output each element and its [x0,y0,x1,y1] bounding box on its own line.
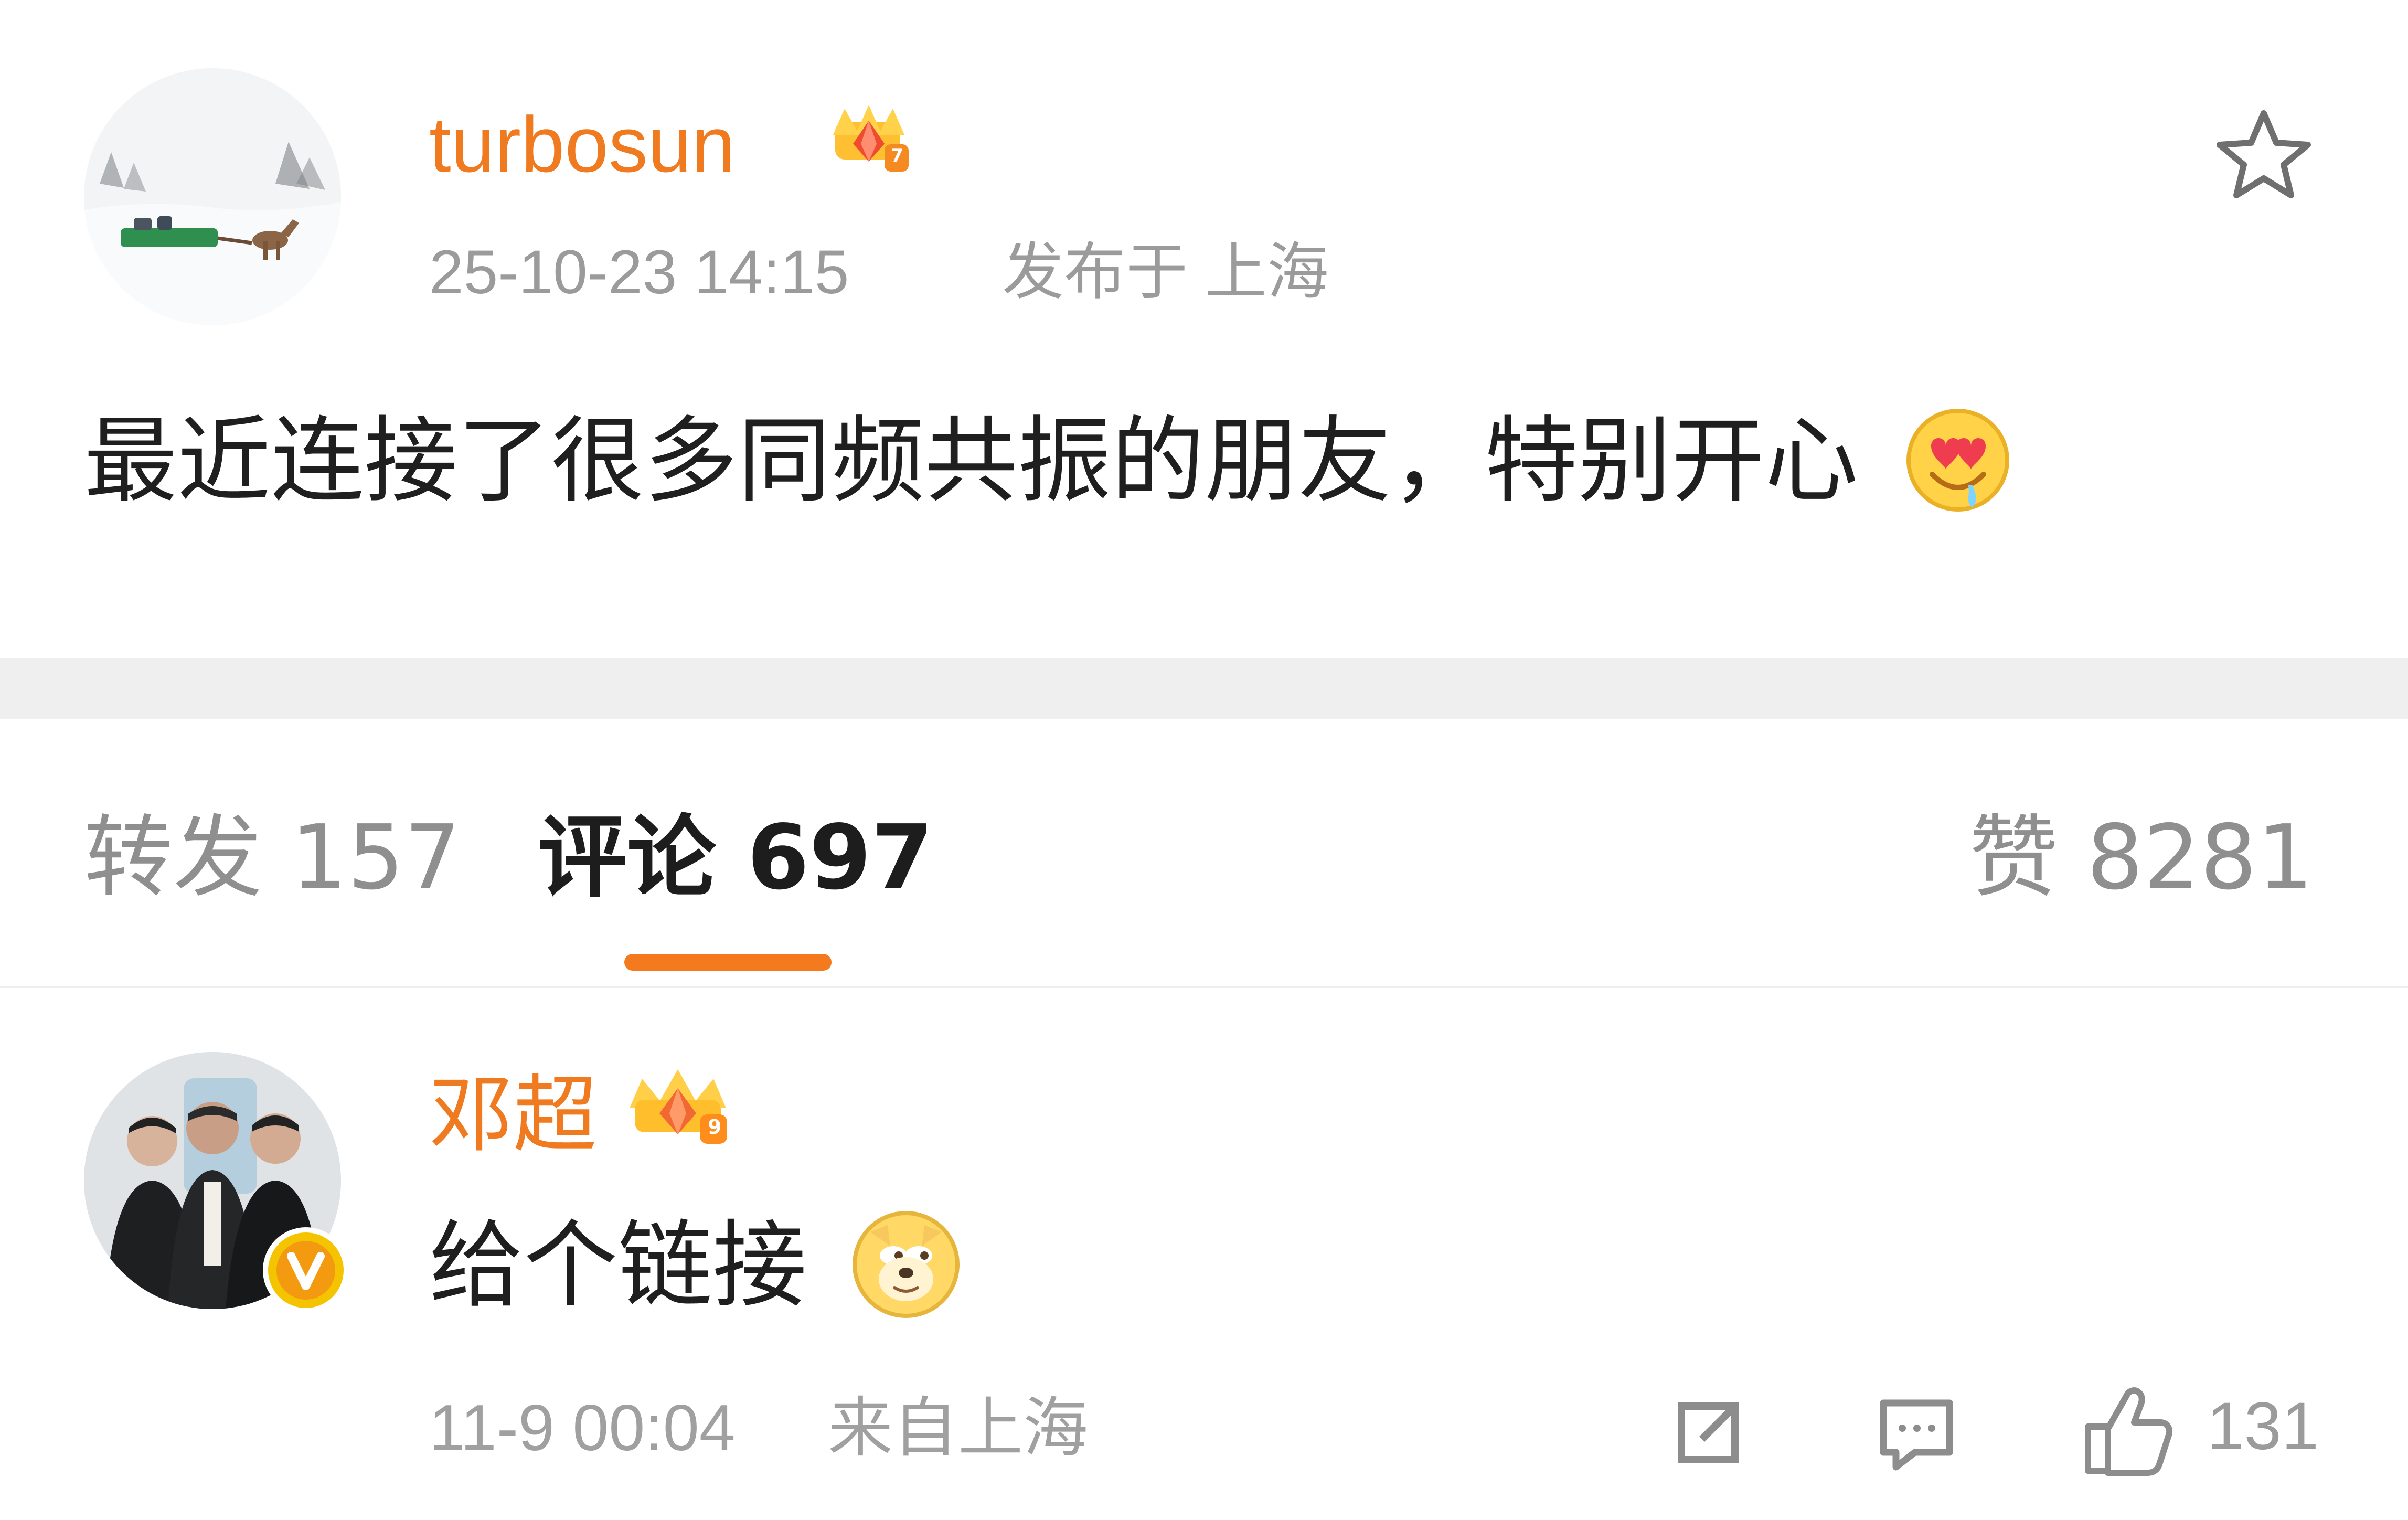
heart-eyes-drool-icon [1903,405,2013,530]
content-separator-band [0,658,2408,719]
comment-text: 给个链接 [429,1207,964,1337]
active-tab-indicator [624,954,832,971]
post-timestamp: 25-10-23 14:15 [429,238,849,307]
post-crown-badge: 7 [823,95,914,182]
post-text-content: 最近连接了很多同频共振的朋友，特别开心 [84,406,1858,515]
comment-badge-level: 9 [708,1115,722,1139]
reply-button[interactable] [1872,1390,1961,1480]
comment-crown-badge: 9 [620,1060,736,1152]
tab-repost[interactable]: 转发 157 [84,813,461,902]
tab-likes[interactable]: 赞 8281 [1969,813,2314,902]
verified-badge [261,1226,350,1315]
share-button[interactable] [1664,1388,1753,1477]
tab-comments[interactable]: 评论 697 [538,813,933,902]
post-text: 最近连接了很多同频共振的朋友，特别开心 [84,405,2013,530]
share-icon [1678,1402,1739,1463]
comment-text-content: 给个链接 [429,1210,807,1321]
post-author-avatar[interactable] [84,68,341,325]
favorite-button[interactable] [2211,105,2316,205]
comment-timestamp: 11-9 00:04 [429,1392,736,1464]
comment-author-name[interactable]: 邓超 [429,1073,597,1157]
comment-like-count: 131 [2207,1389,2319,1464]
doge-icon [848,1207,964,1337]
comment-location: 来自上海 [828,1392,1089,1464]
tabs-divider [0,986,2408,988]
like-icon [2085,1387,2173,1476]
post-author-name[interactable]: turbosun [429,105,736,184]
star-outline-icon [2217,110,2311,198]
comment-icon [1880,1399,1953,1471]
landscape-avatar [84,68,341,325]
post-badge-level: 7 [891,145,903,166]
like-button[interactable] [2072,1377,2182,1487]
post-location: 发布于 上海 [1002,238,1329,307]
